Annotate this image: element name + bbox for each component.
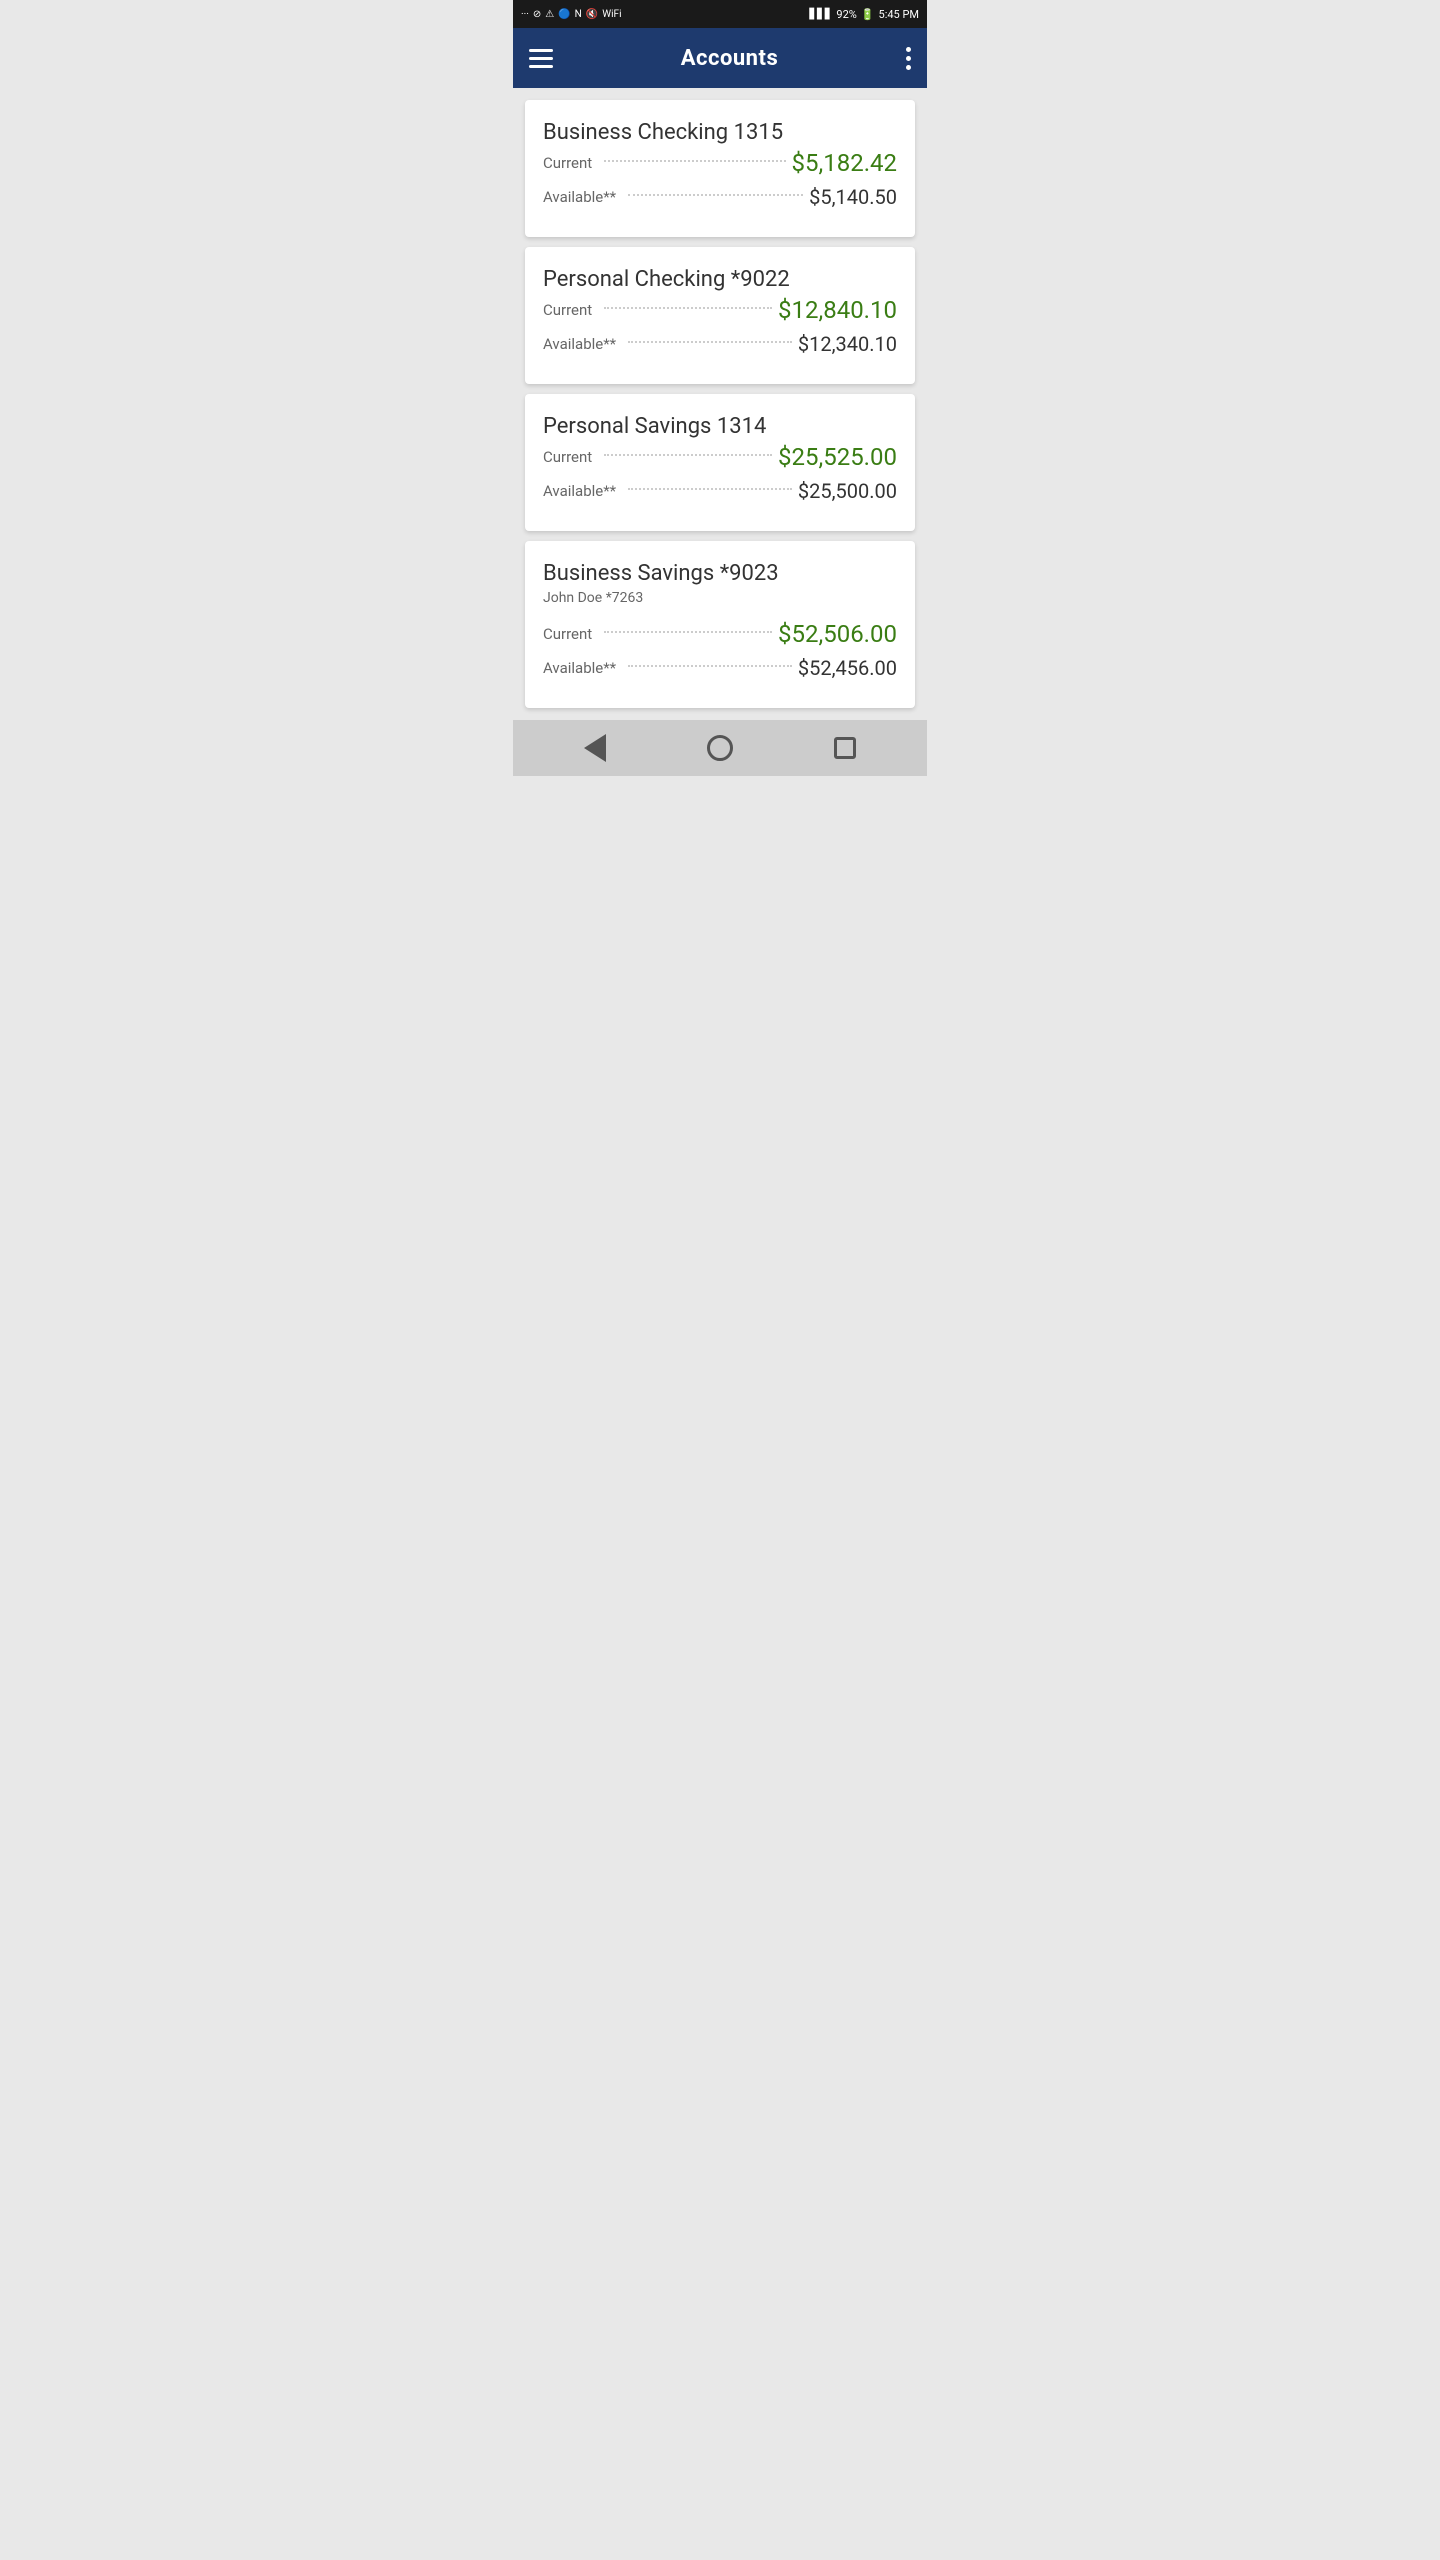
current-amount: $5,182.42 bbox=[792, 149, 897, 177]
available-label: Available** bbox=[543, 335, 622, 353]
more-options-button[interactable] bbox=[906, 47, 911, 70]
available-amount: $52,456.00 bbox=[798, 656, 897, 680]
available-balance-row: Available** $52,456.00 bbox=[543, 656, 897, 680]
balance-dots bbox=[604, 307, 772, 309]
available-balance-row: Available** $12,340.10 bbox=[543, 332, 897, 356]
current-balance-row: Current $12,840.10 bbox=[543, 296, 897, 324]
mute-icon: 🔇 bbox=[586, 9, 598, 20]
nfc-icon: N bbox=[575, 9, 582, 20]
wifi-icon: WiFi bbox=[602, 9, 621, 20]
dot-1 bbox=[906, 47, 911, 52]
dot-2 bbox=[906, 56, 911, 61]
home-button[interactable] bbox=[698, 726, 742, 770]
page-title: Accounts bbox=[681, 46, 779, 71]
current-balance-row: Current $25,525.00 bbox=[543, 443, 897, 471]
current-label: Current bbox=[543, 154, 598, 172]
status-bar: ··· ⊘ ⚠ 🔵 N 🔇 WiFi ▋▋▋ 92% 🔋 5:45 PM bbox=[513, 0, 927, 28]
balance-dots-2 bbox=[628, 341, 792, 343]
account-card-business-checking-1315[interactable]: Business Checking 1315 Current $5,182.42… bbox=[525, 100, 915, 237]
account-card-personal-savings-1314[interactable]: Personal Savings 1314 Current $25,525.00… bbox=[525, 394, 915, 531]
accounts-list: Business Checking 1315 Current $5,182.42… bbox=[513, 88, 927, 720]
account-name: Business Savings *9023 bbox=[543, 561, 897, 586]
bottom-navigation bbox=[513, 720, 927, 776]
available-amount: $25,500.00 bbox=[798, 479, 897, 503]
battery-percentage: 92% bbox=[836, 8, 856, 21]
warning-icon: ⚠ bbox=[545, 9, 554, 20]
back-triangle-icon bbox=[584, 734, 606, 762]
status-left: ··· ⊘ ⚠ 🔵 N 🔇 WiFi bbox=[521, 9, 622, 20]
balance-dots-2 bbox=[628, 194, 803, 196]
available-balance-row: Available** $25,500.00 bbox=[543, 479, 897, 503]
app-bar: Accounts bbox=[513, 28, 927, 88]
available-label: Available** bbox=[543, 659, 622, 677]
account-sub-name: John Doe *7263 bbox=[543, 590, 897, 606]
signal-icon: ▋▋▋ bbox=[809, 9, 832, 20]
hamburger-menu-button[interactable] bbox=[529, 49, 553, 68]
bluetooth-icon: 🔵 bbox=[558, 9, 570, 20]
balance-dots bbox=[604, 160, 785, 162]
hamburger-line-2 bbox=[529, 57, 553, 60]
available-balance-row: Available** $5,140.50 bbox=[543, 185, 897, 209]
current-amount: $52,506.00 bbox=[778, 620, 897, 648]
current-amount: $25,525.00 bbox=[778, 443, 897, 471]
account-card-business-savings-9023[interactable]: Business Savings *9023 John Doe *7263 Cu… bbox=[525, 541, 915, 708]
account-name: Personal Checking *9022 bbox=[543, 267, 897, 292]
current-label: Current bbox=[543, 301, 598, 319]
current-balance-row: Current $52,506.00 bbox=[543, 620, 897, 648]
account-name: Business Checking 1315 bbox=[543, 120, 897, 145]
status-right: ▋▋▋ 92% 🔋 5:45 PM bbox=[809, 8, 919, 21]
percent-icon: ⊘ bbox=[533, 9, 541, 20]
dot-3 bbox=[906, 65, 911, 70]
balance-dots bbox=[604, 454, 772, 456]
back-button[interactable] bbox=[573, 726, 617, 770]
recent-apps-button[interactable] bbox=[823, 726, 867, 770]
available-amount: $12,340.10 bbox=[798, 332, 897, 356]
account-card-personal-checking-9022[interactable]: Personal Checking *9022 Current $12,840.… bbox=[525, 247, 915, 384]
current-amount: $12,840.10 bbox=[778, 296, 897, 324]
current-label: Current bbox=[543, 448, 598, 466]
notification-icon: ··· bbox=[521, 9, 529, 20]
current-label: Current bbox=[543, 625, 598, 643]
current-balance-row: Current $5,182.42 bbox=[543, 149, 897, 177]
battery-icon: 🔋 bbox=[861, 8, 875, 21]
balance-dots-2 bbox=[628, 488, 792, 490]
recent-apps-icon bbox=[834, 737, 856, 759]
account-name: Personal Savings 1314 bbox=[543, 414, 897, 439]
balance-dots-2 bbox=[628, 665, 792, 667]
hamburger-line-3 bbox=[529, 65, 553, 68]
hamburger-line-1 bbox=[529, 49, 553, 52]
available-amount: $5,140.50 bbox=[809, 185, 897, 209]
time-display: 5:45 PM bbox=[879, 8, 919, 21]
balance-dots bbox=[604, 631, 772, 633]
available-label: Available** bbox=[543, 482, 622, 500]
home-circle-icon bbox=[707, 735, 733, 761]
available-label: Available** bbox=[543, 188, 622, 206]
